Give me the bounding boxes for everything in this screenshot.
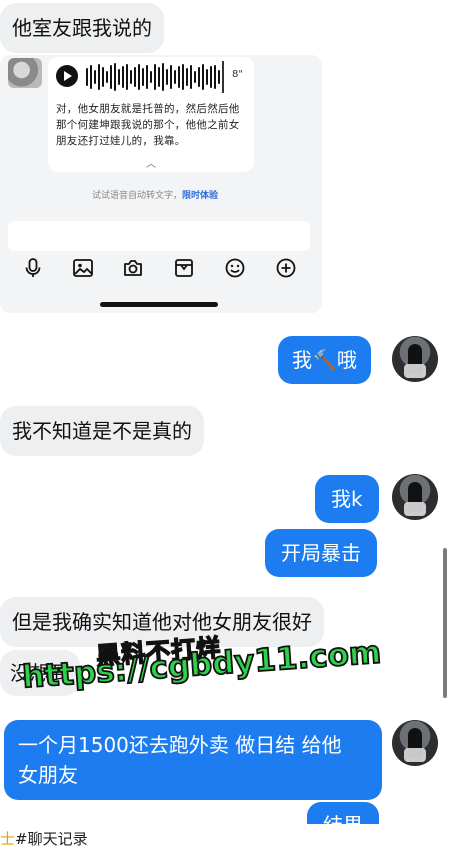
message-bubble-sent[interactable]: 我🔨哦 bbox=[278, 336, 371, 384]
message-text: 我k bbox=[331, 487, 363, 511]
embedded-chat-screenshot: 8" 对，他女朋友就是托普的，然后然后他那个何建坤跟我说的那个，他他之前女朋友还… bbox=[0, 55, 322, 313]
avatar[interactable] bbox=[392, 720, 438, 766]
message-text-line: 女朋友 bbox=[18, 763, 78, 787]
caption-tag: 士#聊天记录 bbox=[0, 830, 88, 848]
play-icon[interactable] bbox=[56, 65, 78, 87]
message-bubble-received[interactable]: 他室友跟我说的 bbox=[0, 3, 164, 53]
playback-cursor bbox=[222, 61, 224, 93]
voice-message-card[interactable]: 8" 对，他女朋友就是托普的，然后然后他那个何建坤跟我说的那个，他他之前女朋友还… bbox=[48, 57, 254, 172]
message-bubble-sent[interactable]: 我k bbox=[315, 475, 379, 523]
message-text: 开局暴击 bbox=[281, 541, 361, 565]
emoji-icon[interactable] bbox=[224, 257, 246, 279]
camera-icon[interactable] bbox=[122, 257, 144, 279]
message-bubble-received[interactable]: 我不知道是不是真的 bbox=[0, 406, 204, 456]
message-input[interactable] bbox=[8, 221, 310, 251]
voice-duration: 8" bbox=[232, 69, 243, 80]
waveform-icon bbox=[86, 63, 220, 91]
collapse-chevron-icon[interactable]: ︿ bbox=[146, 155, 156, 170]
message-bubble-sent[interactable]: 一个月1500还去跑外卖 做日结 给他 女朋友 bbox=[4, 720, 382, 800]
sticker-icon[interactable] bbox=[173, 257, 195, 279]
image-icon[interactable] bbox=[72, 257, 94, 279]
message-bubble-sent[interactable]: 开局暴击 bbox=[265, 529, 377, 577]
microphone-icon[interactable] bbox=[22, 257, 44, 279]
input-toolbar bbox=[18, 257, 308, 283]
home-indicator bbox=[100, 302, 218, 307]
scrollbar[interactable] bbox=[443, 548, 447, 698]
message-text-line: 一个月1500还去跑外卖 做日结 给他 bbox=[18, 733, 342, 757]
voice-to-text-hint: 试试语音自动转文字，限时体验 bbox=[92, 191, 219, 201]
caption-bar: 士#聊天记录 bbox=[0, 824, 449, 854]
trial-link[interactable]: 限时体验 bbox=[182, 191, 218, 201]
plus-icon[interactable] bbox=[275, 257, 297, 279]
message-text: 但是我确实知道他对他女朋友很好 bbox=[12, 610, 312, 634]
avatar bbox=[8, 58, 42, 88]
voice-transcript: 对，他女朋友就是托普的，然后然后他那个何建坤跟我说的那个，他他之前女朋友还打过娃… bbox=[56, 103, 240, 147]
message-text: 他室友跟我说的 bbox=[12, 16, 152, 40]
message-text: 我不知道是不是真的 bbox=[12, 419, 192, 443]
message-text: 我🔨哦 bbox=[292, 348, 357, 372]
avatar[interactable] bbox=[392, 474, 438, 520]
avatar[interactable] bbox=[392, 336, 438, 382]
